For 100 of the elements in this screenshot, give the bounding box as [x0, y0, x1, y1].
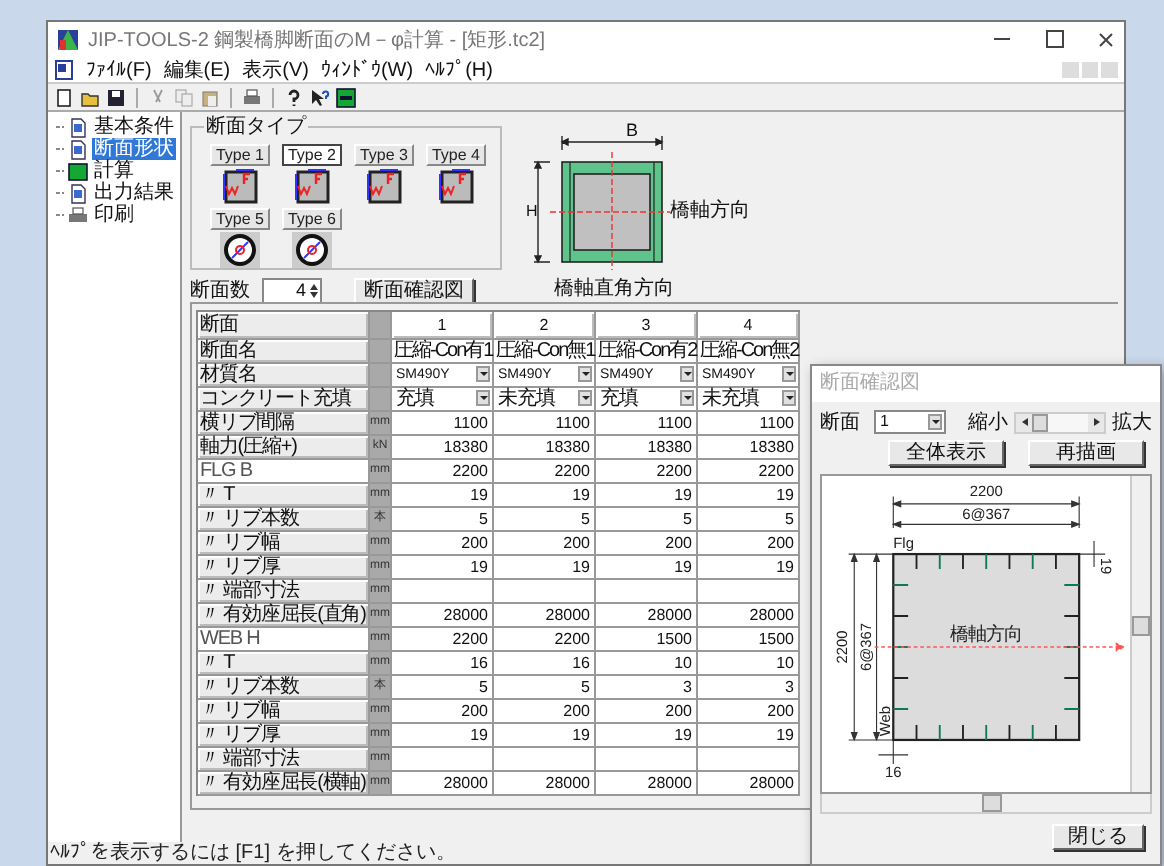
- table-cell[interactable]: 200: [494, 532, 596, 556]
- tree-item[interactable]: 出力結果: [92, 182, 176, 204]
- table-cell[interactable]: 19: [392, 556, 494, 580]
- tree-item[interactable]: 計算: [92, 160, 136, 182]
- menu-item[interactable]: ﾍﾙﾌﾟ(H): [425, 57, 493, 81]
- table-cell[interactable]: [494, 748, 596, 772]
- table-cell[interactable]: 1100: [698, 412, 800, 436]
- table-cell[interactable]: 2200: [596, 460, 698, 484]
- table-cell[interactable]: 19: [494, 724, 596, 748]
- table-cell[interactable]: 2200: [494, 460, 596, 484]
- table-cell[interactable]: 18380: [698, 436, 800, 460]
- table-cell[interactable]: 圧縮-Con無2: [698, 340, 800, 364]
- section-type-button[interactable]: Type 6: [281, 208, 342, 230]
- table-cell[interactable]: 圧縮-Con有1: [392, 340, 494, 364]
- horizontal-scrollbar[interactable]: [820, 794, 1152, 814]
- menu-item[interactable]: ｳｨﾝﾄﾞｳ(W): [320, 57, 414, 81]
- clipboard-icon[interactable]: [200, 87, 220, 107]
- table-cell[interactable]: 18380: [596, 436, 698, 460]
- tree-item[interactable]: 断面形状: [92, 138, 176, 160]
- table-cell[interactable]: 3: [698, 676, 800, 700]
- menu-item[interactable]: ﾌｧｲﾙ(F): [86, 57, 152, 81]
- table-cell[interactable]: 200: [494, 700, 596, 724]
- table-cell[interactable]: 19: [596, 556, 698, 580]
- table-cell[interactable]: 19: [596, 484, 698, 508]
- context-help-icon[interactable]: [310, 87, 330, 107]
- copy-icon[interactable]: [174, 87, 194, 107]
- menu-item[interactable]: 編集(E): [163, 55, 231, 83]
- table-cell[interactable]: [596, 748, 698, 772]
- new-file-icon[interactable]: [54, 87, 74, 107]
- table-cell[interactable]: 18380: [392, 436, 494, 460]
- section-dropdown[interactable]: 1: [874, 410, 946, 434]
- table-cell[interactable]: 28000: [596, 604, 698, 628]
- tree-item[interactable]: 印刷: [92, 204, 136, 226]
- table-cell[interactable]: 19: [698, 724, 800, 748]
- scissors-icon[interactable]: [148, 87, 168, 107]
- table-cell[interactable]: 2200: [392, 460, 494, 484]
- table-cell[interactable]: 5: [698, 508, 800, 532]
- table-cell[interactable]: 28000: [392, 604, 494, 628]
- section-type-button[interactable]: Type 1: [209, 144, 270, 166]
- section-type-button[interactable]: Type 3: [353, 144, 414, 166]
- table-cell[interactable]: [392, 748, 494, 772]
- table-cell[interactable]: 1500: [698, 628, 800, 652]
- dropdown-field[interactable]: 未充填: [494, 388, 596, 412]
- table-cell[interactable]: 1100: [494, 412, 596, 436]
- close-icon[interactable]: [1096, 29, 1116, 49]
- section-type-button[interactable]: Type 4: [425, 144, 486, 166]
- table-cell[interactable]: [698, 580, 800, 604]
- table-cell[interactable]: 5: [392, 508, 494, 532]
- table-cell[interactable]: 圧縮-Con無1: [494, 340, 596, 364]
- table-cell[interactable]: 1100: [392, 412, 494, 436]
- table-cell[interactable]: 19: [392, 724, 494, 748]
- section-drawing-button[interactable]: 断面確認図: [354, 277, 474, 303]
- table-cell[interactable]: [596, 580, 698, 604]
- dropdown-field[interactable]: 充填: [392, 388, 494, 412]
- table-cell[interactable]: 200: [596, 700, 698, 724]
- table-cell[interactable]: 圧縮-Con有2: [596, 340, 698, 364]
- table-cell[interactable]: [392, 580, 494, 604]
- table-cell[interactable]: 19: [494, 484, 596, 508]
- dialog-button[interactable]: 再描画: [1028, 440, 1144, 466]
- table-cell[interactable]: 5: [596, 508, 698, 532]
- section-count-spinner[interactable]: 4: [262, 277, 322, 303]
- table-cell[interactable]: 200: [392, 700, 494, 724]
- table-cell[interactable]: 19: [698, 484, 800, 508]
- table-cell[interactable]: 2200: [494, 628, 596, 652]
- dropdown-field[interactable]: 充填: [596, 388, 698, 412]
- table-cell[interactable]: 200: [596, 532, 698, 556]
- section-type-button[interactable]: Type 2: [281, 144, 342, 166]
- menu-item[interactable]: 表示(V): [242, 55, 309, 83]
- table-cell[interactable]: 28000: [698, 772, 800, 796]
- printer-icon[interactable]: [242, 87, 262, 107]
- table-cell[interactable]: 5: [494, 676, 596, 700]
- table-cell[interactable]: 5: [494, 508, 596, 532]
- maximize-icon[interactable]: [1044, 29, 1064, 49]
- tree-item[interactable]: 基本条件: [92, 116, 176, 138]
- table-cell[interactable]: 200: [698, 700, 800, 724]
- table-cell[interactable]: 28000: [596, 772, 698, 796]
- table-cell[interactable]: 19: [494, 556, 596, 580]
- table-cell[interactable]: 16: [392, 652, 494, 676]
- table-cell[interactable]: 3: [596, 676, 698, 700]
- dropdown-field[interactable]: 未充填: [698, 388, 800, 412]
- table-cell[interactable]: 28000: [494, 772, 596, 796]
- table-cell[interactable]: 28000: [494, 604, 596, 628]
- table-cell[interactable]: 28000: [698, 604, 800, 628]
- section-type-button[interactable]: Type 5: [209, 208, 270, 230]
- table-cell[interactable]: 10: [698, 652, 800, 676]
- table-cell[interactable]: [698, 748, 800, 772]
- table-cell[interactable]: 1100: [596, 412, 698, 436]
- save-icon[interactable]: [106, 87, 126, 107]
- table-cell[interactable]: 5: [392, 676, 494, 700]
- table-cell[interactable]: 28000: [392, 772, 494, 796]
- table-cell[interactable]: 19: [596, 724, 698, 748]
- close-button[interactable]: 閉じる: [1052, 824, 1144, 850]
- table-cell[interactable]: 1500: [596, 628, 698, 652]
- table-cell[interactable]: 2200: [392, 628, 494, 652]
- vertical-scrollbar[interactable]: [1130, 476, 1150, 792]
- table-cell[interactable]: [494, 580, 596, 604]
- table-cell[interactable]: 19: [392, 484, 494, 508]
- table-cell[interactable]: 18380: [494, 436, 596, 460]
- table-cell[interactable]: 10: [596, 652, 698, 676]
- table-cell[interactable]: 19: [698, 556, 800, 580]
